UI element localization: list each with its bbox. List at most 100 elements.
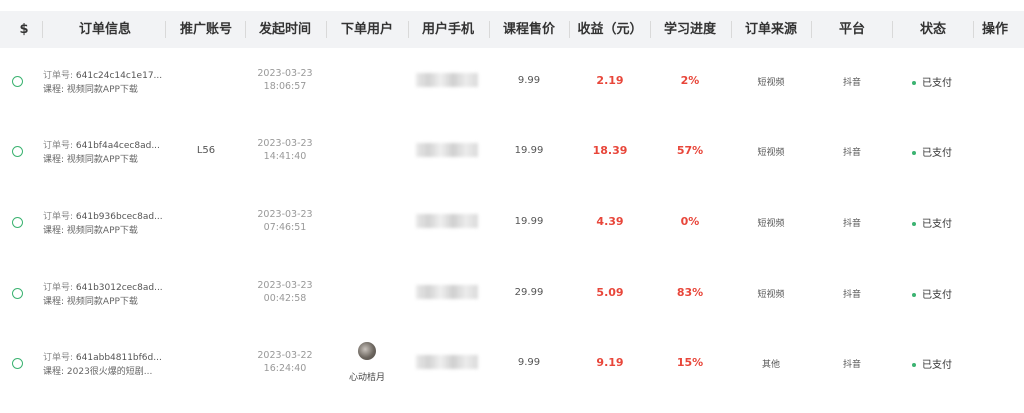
course-value: 视频同款APP下载	[66, 85, 138, 95]
user-avatar	[358, 342, 376, 360]
header-divider	[650, 21, 651, 38]
table-row[interactable]: 订单号: 641bf4a4cec8ad... 课程: 视频同款APP下载 L56…	[0, 115, 1024, 185]
row-select-radio[interactable]	[12, 288, 23, 299]
row-select-radio[interactable]	[12, 358, 23, 369]
header-divider	[489, 21, 490, 38]
order-number-label: 订单号:	[43, 353, 76, 363]
platform: 抖音	[842, 219, 861, 229]
header-divider	[408, 21, 409, 38]
order-number-value: 641b3012cec8ad...	[75, 283, 163, 293]
header-dollar: $	[19, 22, 29, 37]
course-price: 9.99	[517, 75, 541, 86]
status-badge: 已支付	[912, 74, 952, 89]
progress-value: 83%	[676, 286, 704, 299]
order-number: 订单号: 641b936bcec8ad...	[43, 209, 163, 222]
status-dot-icon	[912, 293, 916, 297]
launch-time: 14:41:40	[263, 151, 307, 162]
header-status: 状态	[919, 22, 946, 37]
table-row[interactable]: 订单号: 641c24c14c1e17... 课程: 视频同款APP下载 202…	[0, 45, 1024, 115]
header-divider	[973, 21, 974, 38]
course-label: 课程:	[43, 85, 67, 95]
order-source: 短视频	[757, 290, 785, 300]
header-launch-time: 发起时间	[258, 22, 311, 37]
launch-date: 2023-03-23	[257, 209, 313, 220]
course-label: 课程:	[43, 297, 67, 307]
user-phone-blurred	[416, 355, 478, 369]
table-row[interactable]: 订单号: 641b936bcec8ad... 课程: 视频同款APP下载 202…	[0, 186, 1024, 256]
order-number: 订单号: 641abb4811bf6d...	[43, 350, 162, 363]
launch-date: 2023-03-22	[257, 350, 313, 361]
status-text: 已支付	[922, 78, 952, 89]
platform: 抖音	[842, 290, 861, 300]
order-number-label: 订单号:	[43, 283, 76, 293]
order-number-value: 641c24c14c1e17...	[75, 71, 163, 81]
header-income: 收益（元）	[577, 22, 643, 37]
header-divider	[811, 21, 812, 38]
progress-value: 0%	[680, 215, 700, 228]
user-phone-blurred	[416, 73, 478, 87]
order-number-value: 641b936bcec8ad...	[75, 212, 163, 222]
header-divider	[892, 21, 893, 38]
order-source: 短视频	[757, 148, 785, 158]
course-label: 课程:	[43, 226, 67, 236]
header-course-price: 课程售价	[502, 22, 555, 37]
status-dot-icon	[912, 151, 916, 155]
course-name: 课程: 视频同款APP下载	[43, 82, 138, 95]
course-name: 课程: 视频同款APP下载	[43, 223, 138, 236]
course-name: 课程: 视频同款APP下载	[43, 294, 138, 307]
header-platform: 平台	[838, 22, 865, 37]
header-divider	[326, 21, 327, 38]
order-number: 订单号: 641b3012cec8ad...	[43, 280, 163, 293]
row-select-radio[interactable]	[12, 217, 23, 228]
status-badge: 已支付	[912, 144, 952, 159]
launch-time: 18:06:57	[263, 81, 307, 92]
course-price: 29.99	[514, 287, 544, 298]
course-value: 视频同款APP下载	[66, 297, 138, 307]
launch-time: 00:42:58	[263, 293, 307, 304]
course-value: 2023很火爆的短剧...	[66, 367, 153, 377]
row-select-radio[interactable]	[12, 76, 23, 87]
order-number: 订单号: 641c24c14c1e17...	[43, 68, 162, 81]
table-row[interactable]: 订单号: 641b3012cec8ad... 课程: 视频同款APP下载 202…	[0, 257, 1024, 327]
order-source: 短视频	[757, 219, 785, 229]
promo-account: L56	[196, 145, 216, 156]
status-text: 已支付	[922, 290, 952, 301]
header-actions: 操作	[982, 22, 1009, 37]
orders-table: $ 订单信息 推广账号 发起时间 下单用户 用户手机 课程售价 收益（元） 学习…	[0, 0, 1024, 413]
user-name: 心动桔月	[348, 373, 385, 383]
status-text: 已支付	[922, 219, 952, 230]
header-order-user: 下单用户	[340, 22, 393, 37]
launch-date: 2023-03-23	[257, 280, 313, 291]
status-badge: 已支付	[912, 215, 952, 230]
progress-value: 57%	[676, 144, 704, 157]
course-label: 课程:	[43, 155, 67, 165]
status-dot-icon	[912, 363, 916, 367]
order-source: 短视频	[757, 78, 785, 88]
header-order-source: 订单来源	[744, 22, 797, 37]
order-number-label: 订单号:	[43, 71, 76, 81]
header-user-phone: 用户手机	[421, 22, 474, 37]
course-name: 课程: 视频同款APP下载	[43, 152, 138, 165]
header-divider	[245, 21, 246, 38]
header-divider	[731, 21, 732, 38]
order-number-value: 641bf4a4cec8ad...	[75, 141, 160, 151]
income-value: 9.19	[596, 356, 624, 369]
row-select-radio[interactable]	[12, 146, 23, 157]
launch-date: 2023-03-23	[257, 138, 313, 149]
course-name: 课程: 2023很火爆的短剧...	[43, 364, 152, 377]
user-phone-blurred	[416, 143, 478, 157]
order-number-label: 订单号:	[43, 141, 76, 151]
status-badge: 已支付	[912, 356, 952, 371]
header-divider	[165, 21, 166, 38]
order-number: 订单号: 641bf4a4cec8ad...	[43, 138, 160, 151]
order-number-label: 订单号:	[43, 212, 76, 222]
course-value: 视频同款APP下载	[66, 226, 138, 236]
course-value: 视频同款APP下载	[66, 155, 138, 165]
header-progress: 学习进度	[663, 22, 716, 37]
income-value: 18.39	[592, 144, 628, 157]
table-row[interactable]: 订单号: 641abb4811bf6d... 课程: 2023很火爆的短剧...…	[0, 327, 1024, 397]
income-value: 5.09	[596, 286, 624, 299]
course-price: 9.99	[517, 357, 541, 368]
status-badge: 已支付	[912, 286, 952, 301]
income-value: 4.39	[596, 215, 624, 228]
